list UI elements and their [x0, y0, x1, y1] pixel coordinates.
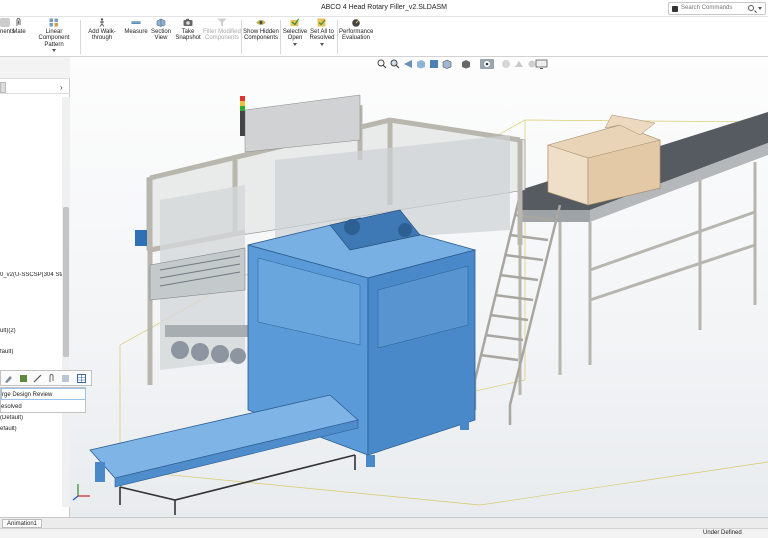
take-snapshot-button[interactable]: Take Snapshot — [174, 18, 202, 42]
show-hidden-components-button[interactable]: Show Hidden Components — [243, 18, 279, 42]
zoom-to-area-icon[interactable] — [390, 59, 400, 69]
context-menu: rge Design Review esolved — [0, 387, 86, 413]
chevron-down-icon[interactable] — [320, 42, 324, 46]
reference-triad — [72, 484, 90, 501]
monitor-icon[interactable] — [535, 59, 549, 69]
edit-appearance-icon[interactable] — [501, 59, 511, 69]
ribbon-divider — [280, 20, 281, 54]
tab-animation1[interactable]: Animation1 — [2, 519, 43, 528]
feature-manager-panel: › 0_v2(U-SSCSP(304 Stair ult)(2) fault) … — [0, 57, 70, 517]
section-view-button[interactable]: Section View — [150, 18, 172, 42]
bottom-tab-bar: Animation1 — [0, 517, 768, 528]
chevron-right-icon[interactable]: › — [60, 83, 63, 92]
status-bar: Under Defined — [0, 528, 768, 538]
ribbon-divider — [337, 20, 338, 54]
status-text: Under Defined — [703, 530, 742, 536]
solidworks-search-icon — [672, 6, 678, 12]
panel-tab[interactable] — [0, 82, 6, 93]
scrollbar-thumb[interactable] — [63, 207, 69, 357]
chevron-down-icon[interactable] — [293, 42, 297, 46]
control-box — [135, 230, 147, 246]
graphics-area[interactable] — [70, 57, 768, 517]
zoom-to-fit-icon[interactable] — [377, 59, 387, 69]
panel-toolbar — [0, 57, 70, 79]
section-view-icon[interactable] — [416, 59, 426, 69]
dynamic-annotation-icon[interactable] — [429, 59, 439, 69]
tree-item[interactable]: (Default) — [0, 415, 62, 421]
large-design-review-menu-item[interactable]: rge Design Review — [1, 388, 86, 400]
cardboard-box — [547, 114, 661, 206]
measure-button[interactable]: Measure — [123, 18, 149, 35]
filter-modified-components-button[interactable]: Filter Modified Components — [203, 18, 241, 42]
tree-item[interactable]: 0_v2(U-SSCSP(304 Stair — [0, 272, 62, 278]
performance-evaluation-button[interactable]: Performance Evaluation — [339, 18, 373, 42]
camera-icon — [183, 18, 193, 27]
previous-view-icon[interactable] — [403, 59, 413, 69]
view-orientation-icon[interactable] — [442, 59, 452, 69]
tree-item[interactable]: efault) — [0, 426, 62, 432]
panel-tab-row: › — [0, 81, 70, 94]
insert-components-icon — [0, 18, 10, 27]
search-icon[interactable] — [748, 5, 754, 11]
display-style-icon[interactable] — [461, 59, 471, 69]
paperclip-icon[interactable] — [47, 374, 56, 383]
chevron-down-icon[interactable] — [52, 49, 56, 53]
performance-evaluation-icon — [351, 18, 361, 27]
show-hidden-icon — [256, 18, 266, 27]
search-commands-box[interactable]: Search Commands — [668, 2, 766, 15]
title-bar: ABCO 4 Head Rotary Filler_v2.SLDASM Sear… — [0, 0, 768, 17]
sketch-icon[interactable] — [33, 374, 42, 383]
edit-part-icon[interactable] — [4, 374, 13, 383]
walk-through-icon — [97, 18, 107, 27]
command-manager-ribbon: nents Mate Linear Component Pattern Add … — [0, 17, 768, 57]
ribbon-divider — [80, 20, 81, 54]
paperclip-icon — [14, 17, 24, 27]
apply-scene-icon[interactable] — [514, 59, 524, 69]
panel-scrollbar[interactable] — [62, 97, 70, 507]
selective-open-button[interactable]: Selective Open — [282, 18, 308, 46]
set-all-to-resolved-button[interactable]: Set All to Resolved — [308, 18, 336, 46]
linear-pattern-icon — [49, 18, 59, 27]
tree-item[interactable]: ult)(2) — [0, 328, 62, 334]
mate-button[interactable]: Mate — [10, 17, 28, 35]
tree-item[interactable]: fault) — [0, 349, 62, 355]
filter-icon — [217, 18, 227, 27]
ribbon-divider — [241, 20, 242, 54]
context-toolbar — [0, 370, 92, 386]
insert-components-button[interactable]: nents — [0, 18, 15, 35]
measure-icon — [131, 18, 141, 27]
resolved-icon — [317, 18, 327, 27]
rebuild-icon[interactable] — [19, 374, 28, 383]
hide-show-items-icon[interactable] — [480, 59, 494, 69]
set-to-resolved-menu-item[interactable]: esolved — [1, 401, 86, 413]
chevron-down-icon[interactable] — [758, 7, 762, 10]
window-title: ABCO 4 Head Rotary Filler_v2.SLDASM — [320, 4, 448, 11]
assembly-model[interactable] — [70, 57, 768, 517]
table-icon[interactable] — [77, 374, 86, 383]
search-input[interactable]: Search Commands — [681, 5, 732, 11]
selective-open-icon — [290, 18, 300, 27]
change-transparency-icon[interactable] — [61, 374, 70, 383]
linear-component-pattern-button[interactable]: Linear Component Pattern — [30, 18, 78, 53]
section-view-icon — [156, 18, 166, 27]
add-walk-through-button[interactable]: Add Walk-through — [82, 18, 122, 42]
